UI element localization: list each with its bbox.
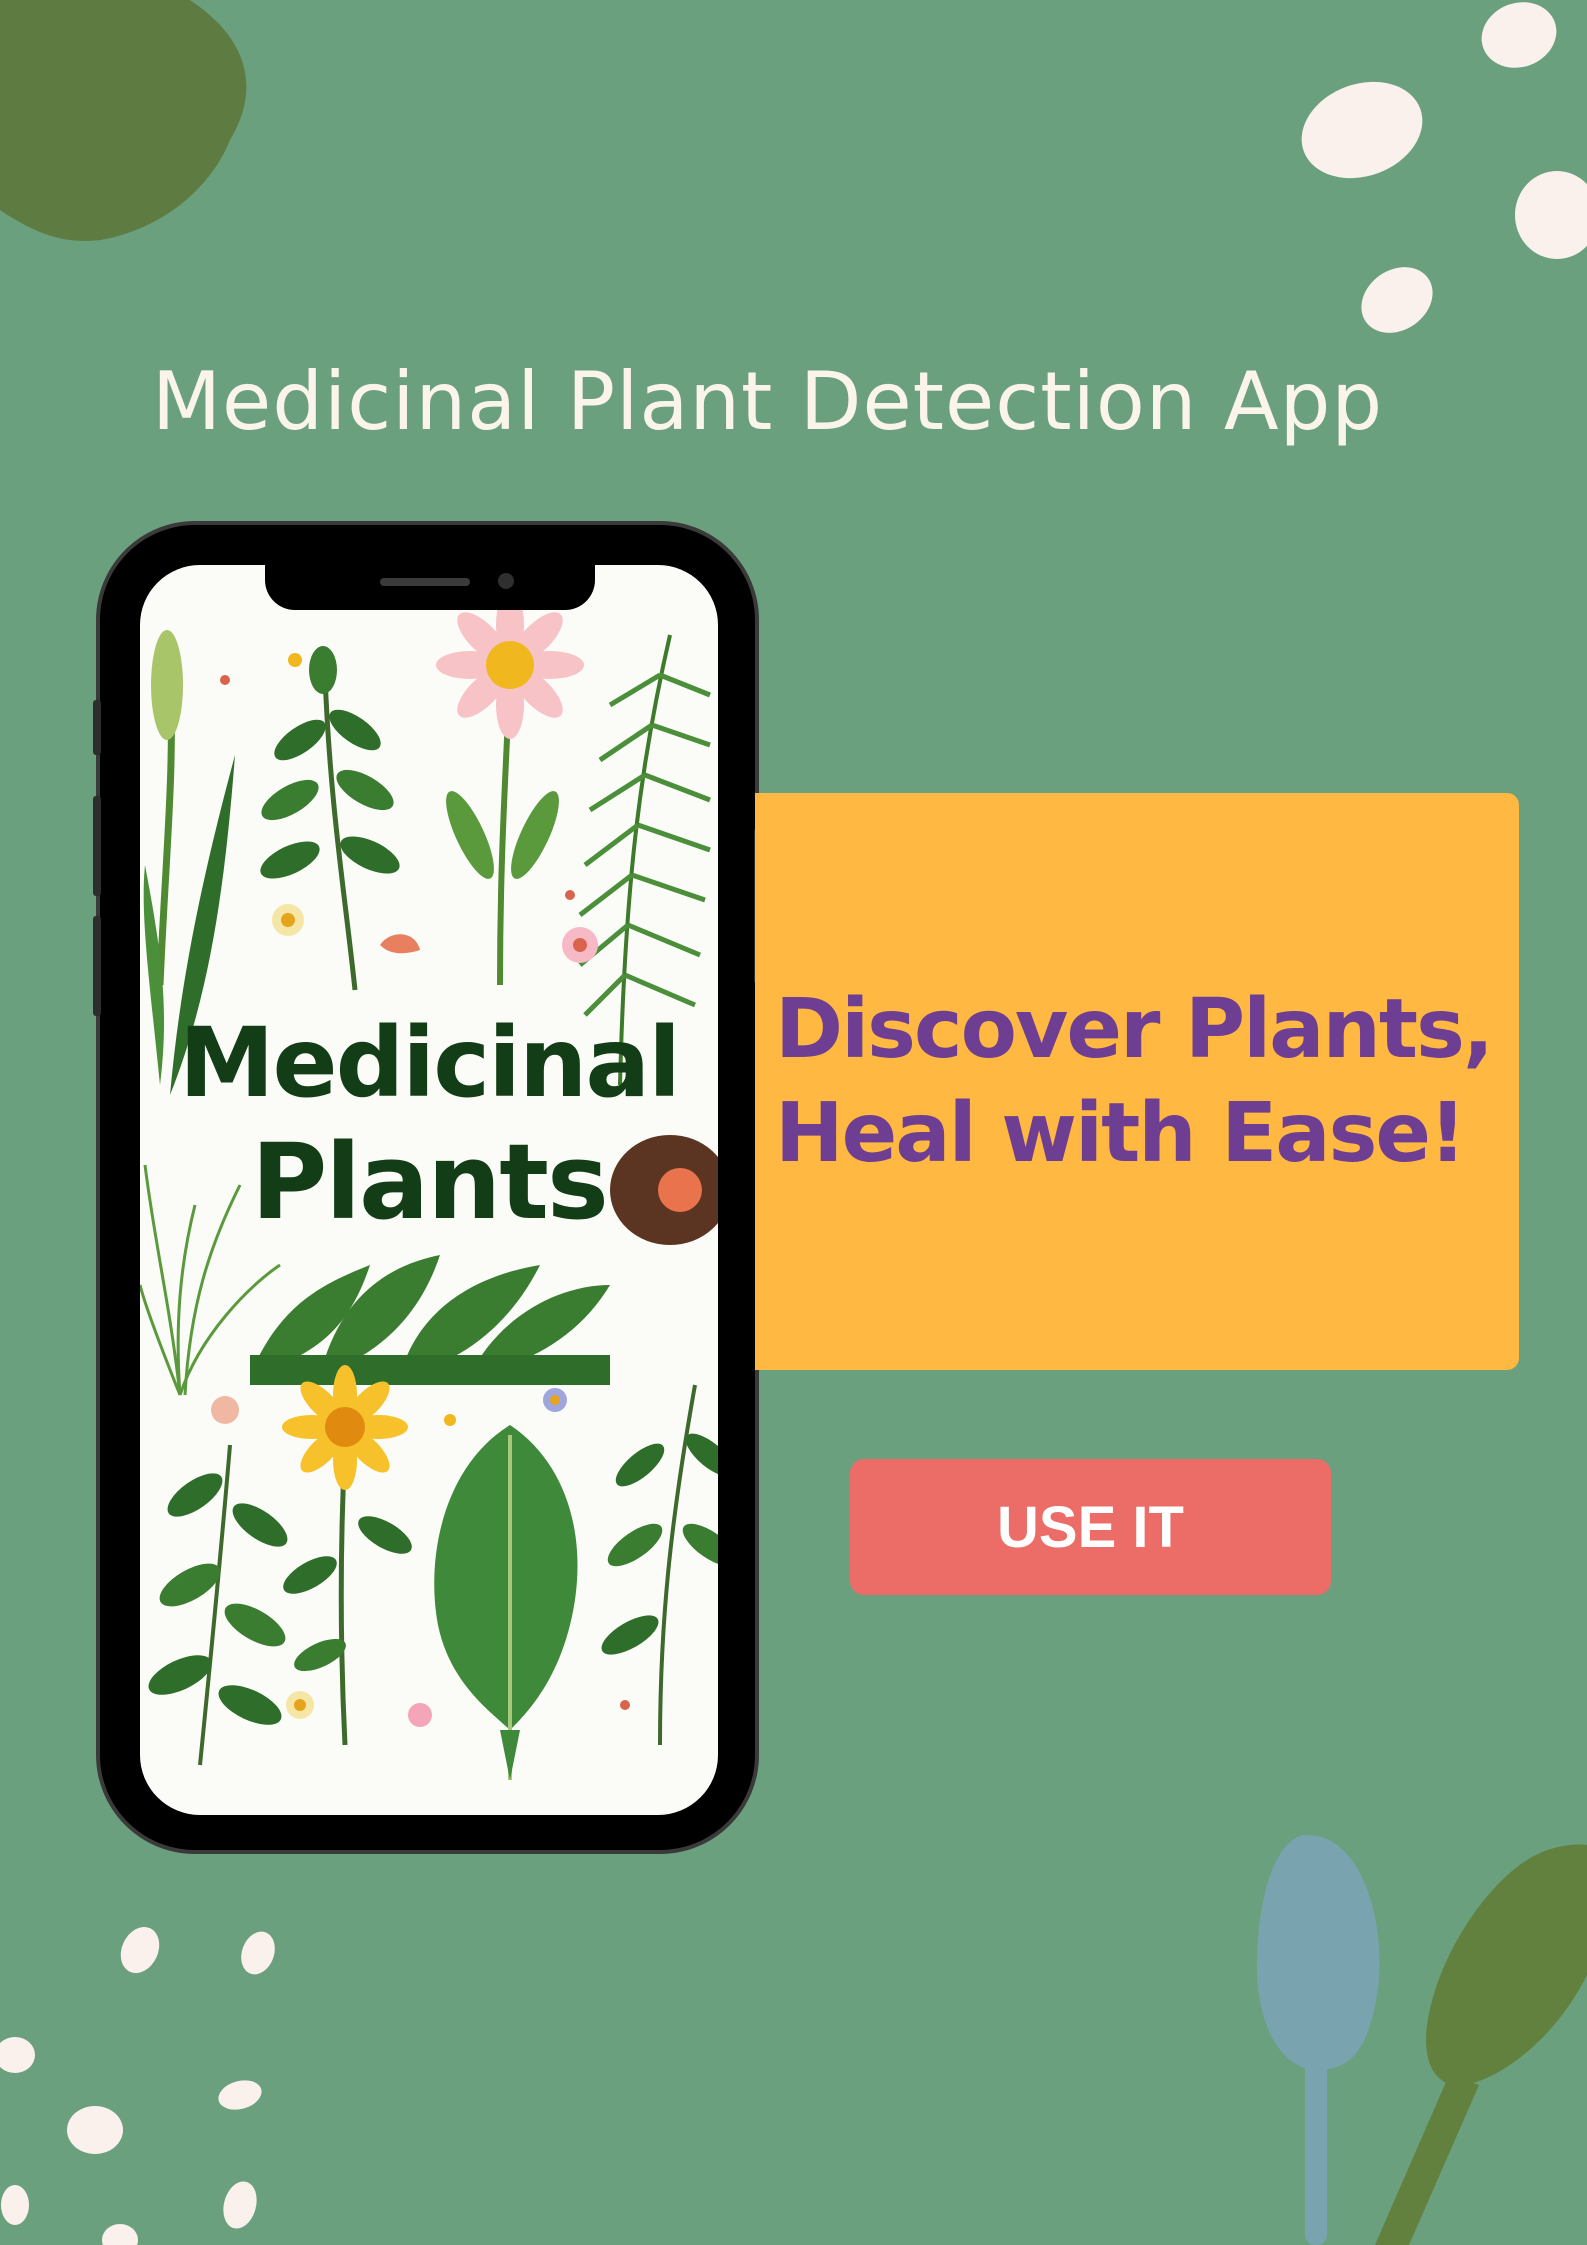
use-it-button[interactable]: USE IT: [850, 1459, 1331, 1595]
decorative-leaves-bottom-right: [1257, 1835, 1587, 2245]
yellow-flower-icon: [282, 1365, 412, 1746]
tagline: Discover Plants, Heal with Ease!: [775, 978, 1515, 1186]
phone-side-button: [93, 700, 101, 755]
decorative-dots-top-right: [1301, 2, 1587, 333]
phone-screen: Medicinal Plants: [140, 565, 718, 1815]
decorative-dots-bottom-left: [0, 1926, 275, 2245]
tagline-line1: Discover Plants,: [775, 982, 1494, 1077]
screen-title-line2: Plants: [251, 1121, 609, 1243]
sprig-icon: [260, 646, 400, 991]
decorative-blob-top-left: [0, 0, 247, 241]
phone-volume-down-button: [93, 916, 101, 1016]
phone-speaker: [380, 578, 470, 586]
bush-icon: [250, 1255, 610, 1385]
tagline-line2: Heal with Ease!: [775, 1086, 1466, 1181]
screen-title-line1: Medicinal: [178, 1007, 681, 1119]
branch-right-icon: [601, 1384, 718, 1746]
camera-icon: [498, 573, 514, 589]
branch-icon: [148, 1444, 288, 1766]
phone-volume-up-button: [93, 796, 101, 896]
page-title: Medicinal Plant Detection App: [152, 355, 1384, 448]
flower-icon: [436, 591, 584, 986]
phone-notch: [265, 565, 595, 610]
leaf-icon: [434, 1425, 578, 1780]
